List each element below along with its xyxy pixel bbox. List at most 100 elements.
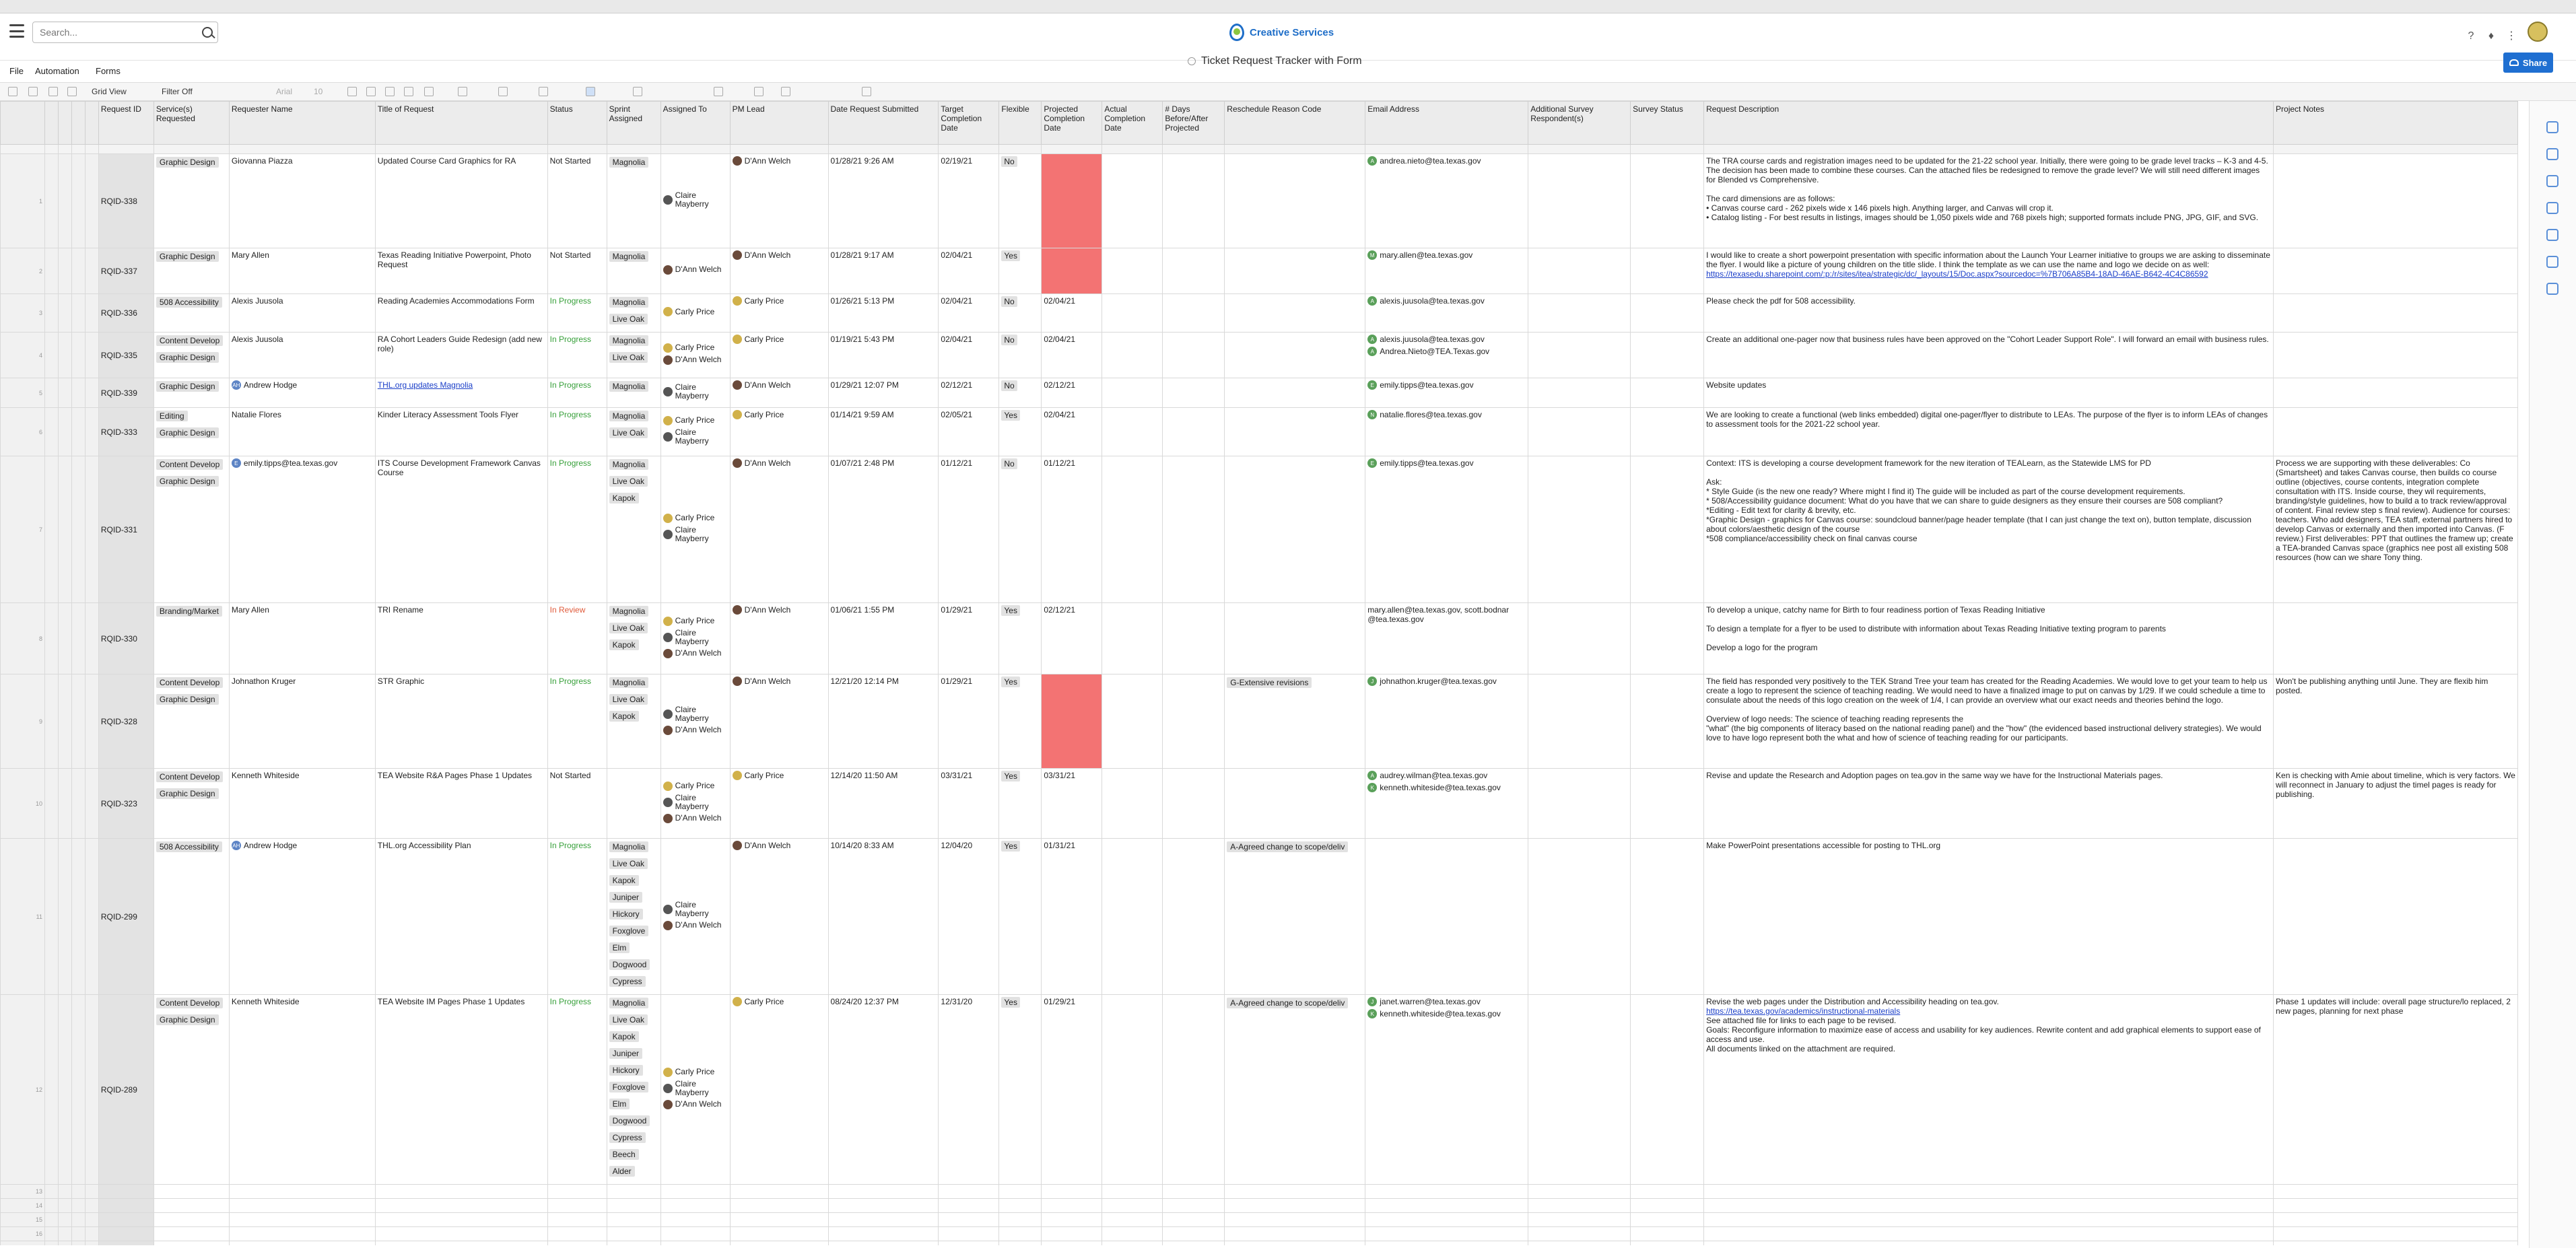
reschedule-cell[interactable] [1224,768,1366,839]
column-header-service-s-requested[interactable]: Service(s) Requested [153,101,230,145]
empty-cell[interactable] [1162,1241,1225,1245]
row-gutter[interactable] [71,456,86,603]
requester-cell[interactable]: Mary Allen [228,248,376,294]
survey-status-cell[interactable] [1630,293,1705,333]
italic-icon[interactable] [366,87,376,96]
pm-lead-cell[interactable]: D'Ann Welch [729,602,829,674]
empty-cell[interactable] [938,1198,1000,1213]
request-id-cell[interactable] [98,1226,154,1241]
requester-cell[interactable]: Natalie Flores [228,407,376,456]
title-cell[interactable]: Updated Course Card Graphics for RA [374,153,548,248]
row-gutter[interactable] [84,407,99,456]
description-link[interactable]: https://tea.texas.gov/academics/instruct… [1706,1006,1900,1016]
empty-cell[interactable] [660,1184,731,1199]
pm-lead-cell[interactable]: D'Ann Welch [729,674,829,769]
empty-cell[interactable] [1703,1184,2274,1199]
currency-icon[interactable] [754,87,764,96]
table-row[interactable]: 5 RQID-339 Graphic Design AH Andrew Hodge THL… [0,378,2518,408]
row-gutter[interactable] [57,1226,72,1241]
table-row[interactable]: 9 RQID-328 Content Develop Graphic Design Jo… [0,674,2518,769]
empty-cell[interactable] [827,1226,939,1241]
email-cell[interactable]: Mmary.allen@tea.texas.gov [1365,248,1529,294]
request-id-cell[interactable]: RQID-289 [98,994,154,1185]
flexible-cell[interactable]: Yes [998,407,1042,456]
empty-row[interactable]: 13 [0,1184,2518,1199]
reschedule-cell[interactable]: A-Agreed change to scope/deliv [1224,994,1366,1185]
projected-cell[interactable]: 02/04/21 [1041,332,1103,378]
empty-cell[interactable] [1703,1212,2274,1227]
empty-cell[interactable] [153,1198,230,1213]
projected-cell[interactable]: 01/29/21 [1041,994,1103,1185]
empty-cell[interactable] [660,1212,731,1227]
survey-respondents-cell[interactable] [1528,838,1631,995]
undo-icon[interactable] [48,87,58,96]
empty-cell[interactable] [228,1212,376,1227]
request-id-cell[interactable] [98,1184,154,1199]
column-header-request-id[interactable]: Request ID [98,101,154,145]
status-cell[interactable]: In Progress [547,332,607,378]
survey-respondents-cell[interactable] [1528,332,1631,378]
empty-cell[interactable] [228,1184,376,1199]
row-gutter[interactable] [57,248,72,294]
empty-cell[interactable] [374,1212,548,1227]
title-cell[interactable]: THL.org Accessibility Plan [374,838,548,995]
assigned-cell[interactable]: Carly Price Claire Mayberry [660,456,731,603]
survey-respondents-cell[interactable] [1528,768,1631,839]
title-cell[interactable]: TEA Website IM Pages Phase 1 Updates [374,994,548,1185]
empty-cell[interactable] [938,1184,1000,1199]
requester-cell[interactable]: Kenneth Whiteside [228,768,376,839]
reschedule-cell[interactable] [1224,407,1366,456]
survey-status-cell[interactable] [1630,332,1705,378]
request-id-cell[interactable]: RQID-333 [98,407,154,456]
assigned-cell[interactable]: Claire Mayberry [660,378,731,408]
status-cell[interactable]: In Progress [547,838,607,995]
empty-cell[interactable] [1101,1184,1163,1199]
flexible-cell[interactable]: No [998,293,1042,333]
table-row[interactable]: 11 RQID-299 508 Accessibility AH Andrew Hodg… [0,838,2518,995]
project-notes-cell[interactable] [2273,332,2518,378]
assigned-cell[interactable]: D'Ann Welch [660,248,731,294]
requester-cell[interactable]: Giovanna Piazza [228,153,376,248]
services-cell[interactable]: Branding/Market [153,602,230,674]
empty-cell[interactable] [827,1184,939,1199]
submitted-cell[interactable]: 01/14/21 9:59 AM [827,407,939,456]
submitted-cell[interactable]: 01/26/21 5:13 PM [827,293,939,333]
highlight-changes-icon[interactable] [586,87,595,96]
status-cell[interactable]: In Progress [547,293,607,333]
empty-cell[interactable] [1224,1198,1366,1213]
title-cell[interactable]: Kinder Literacy Assessment Tools Flyer [374,407,548,456]
days-before-after-cell[interactable] [1162,332,1225,378]
empty-cell[interactable] [1101,1226,1163,1241]
column-header-sprint-assigned[interactable]: Sprint Assigned [606,101,661,145]
survey-status-cell[interactable] [1630,456,1705,603]
column-header-status[interactable]: Status [547,101,607,145]
services-cell[interactable]: Graphic Design [153,378,230,408]
favorite-icon[interactable] [1188,57,1196,65]
email-cell[interactable]: Aalexis.juusola@tea.texas.gov [1365,293,1529,333]
search-icon[interactable] [202,27,213,38]
row-gutter[interactable] [84,1198,99,1213]
flexible-cell[interactable]: Yes [998,248,1042,294]
row-gutter[interactable] [71,768,86,839]
requester-cell[interactable]: Eemily.tipps@tea.texas.gov [228,456,376,603]
row-gutter[interactable] [71,674,86,769]
row-gutter[interactable] [71,407,86,456]
link-icon[interactable] [633,87,642,96]
empty-cell[interactable] [153,1241,230,1245]
row-gutter[interactable] [44,1198,59,1213]
actual-completion-cell[interactable] [1101,994,1163,1185]
target-cell[interactable]: 02/04/21 [938,332,1000,378]
days-before-after-cell[interactable] [1162,378,1225,408]
status-cell[interactable]: Not Started [547,768,607,839]
reschedule-cell[interactable] [1224,293,1366,333]
description-cell[interactable]: Revise the web pages under the Distribut… [1703,994,2274,1185]
row-gutter[interactable] [57,332,72,378]
email-cell[interactable]: Aaudrey.wilman@tea.texas.gov Kkenneth.whi… [1365,768,1529,839]
projected-cell[interactable]: 03/31/21 [1041,768,1103,839]
row-gutter[interactable] [84,768,99,839]
row-gutter[interactable] [84,1184,99,1199]
requester-cell[interactable]: AH Andrew Hodge [228,378,376,408]
empty-cell[interactable] [1101,1198,1163,1213]
row-gutter[interactable] [44,602,59,674]
empty-cell[interactable] [729,1241,829,1245]
